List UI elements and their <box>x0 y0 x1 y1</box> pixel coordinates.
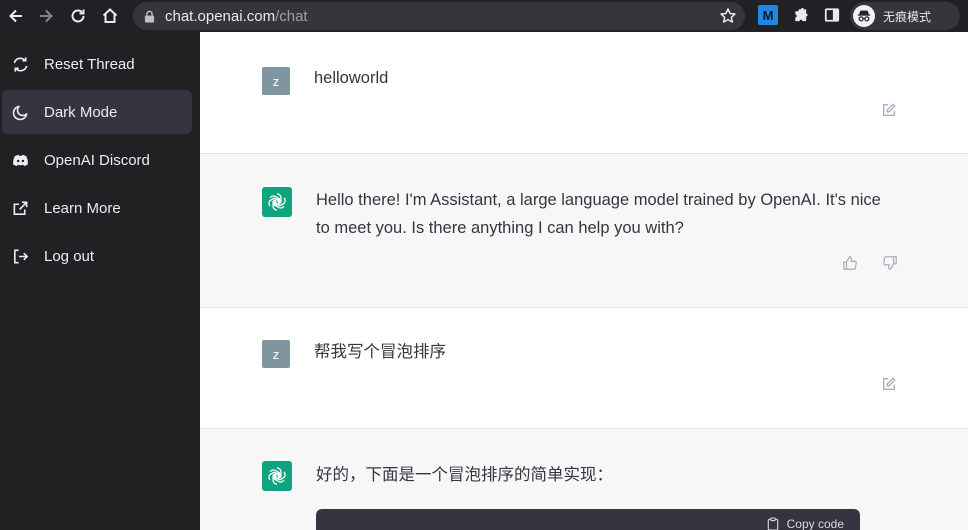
home-button[interactable] <box>94 0 126 32</box>
refresh-icon <box>11 55 29 73</box>
sidebar-item-label: Dark Mode <box>44 103 118 121</box>
edit-icon[interactable] <box>880 101 898 119</box>
logout-icon <box>11 247 29 265</box>
user-message: z helloworld <box>200 32 968 154</box>
user-message: z 帮我写个冒泡排序 <box>200 308 968 429</box>
url-host: chat.openai.com <box>165 7 276 25</box>
incognito-label: 无痕模式 <box>883 9 932 24</box>
sidebar-item-label: OpenAI Discord <box>44 151 150 169</box>
user-avatar: z <box>262 340 290 368</box>
discord-icon <box>11 151 29 169</box>
conversation-panel: z helloworld Hello there! I'm Assistant,… <box>200 32 968 530</box>
message-text: 好的，下面是一个冒泡排序的简单实现： <box>316 466 613 484</box>
message-text: Hello there! I'm Assistant, a large lang… <box>316 191 881 237</box>
message-text: 帮我写个冒泡排序 <box>314 343 446 361</box>
reload-button[interactable] <box>62 0 94 32</box>
user-avatar: z <box>262 67 290 95</box>
sidebar-item-label: Log out <box>44 247 95 265</box>
browser-toolbar: chat.openai.com/chat M 无痕模式 <box>0 0 968 32</box>
extension-m-icon[interactable]: M <box>758 5 778 25</box>
sidebar-item-label: Learn More <box>44 199 121 217</box>
incognito-icon <box>853 5 875 27</box>
openai-logo-icon <box>262 461 292 491</box>
copy-code-button[interactable]: Copy code <box>767 517 844 530</box>
moon-icon <box>11 103 29 121</box>
thumbs-up-icon[interactable] <box>841 254 859 272</box>
arrow-right-icon <box>40 9 53 23</box>
bookmark-star-icon[interactable] <box>719 7 737 25</box>
sidebar-item-log-out[interactable]: Log out <box>2 234 192 278</box>
code-block: Copy code <box>316 509 860 530</box>
openai-logo-icon <box>262 187 292 217</box>
sidebar-item-reset-thread[interactable]: Reset Thread <box>2 42 192 86</box>
reload-icon <box>71 9 85 23</box>
thumbs-down-icon[interactable] <box>881 254 899 272</box>
assistant-message: 好的，下面是一个冒泡排序的简单实现： Copy code <box>200 429 968 530</box>
sidebar-item-label: Reset Thread <box>44 55 135 73</box>
incognito-profile-button[interactable]: 无痕模式 <box>850 2 960 30</box>
message-text: helloworld <box>314 69 389 87</box>
extensions-puzzle-icon[interactable] <box>790 5 810 25</box>
edit-icon[interactable] <box>880 375 898 393</box>
forward-button[interactable] <box>30 0 62 32</box>
sidebar-item-dark-mode[interactable]: Dark Mode <box>2 90 192 134</box>
url-path: /chat <box>275 7 308 25</box>
sidebar-item-openai-discord[interactable]: OpenAI Discord <box>2 138 192 182</box>
home-icon <box>102 8 118 23</box>
copy-code-label: Copy code <box>786 517 844 530</box>
url-text: chat.openai.com/chat <box>165 8 308 25</box>
arrow-left-icon <box>9 9 22 23</box>
side-panel-icon[interactable] <box>822 5 842 25</box>
sidebar: Reset Thread Dark Mode OpenAI Discord Le… <box>0 32 200 530</box>
lock-icon <box>144 9 156 23</box>
clipboard-icon <box>767 517 778 530</box>
sidebar-item-learn-more[interactable]: Learn More <box>2 186 192 230</box>
back-button[interactable] <box>0 0 32 32</box>
address-bar[interactable]: chat.openai.com/chat <box>133 2 745 30</box>
external-link-icon <box>11 199 29 217</box>
assistant-message: Hello there! I'm Assistant, a large lang… <box>200 154 968 308</box>
